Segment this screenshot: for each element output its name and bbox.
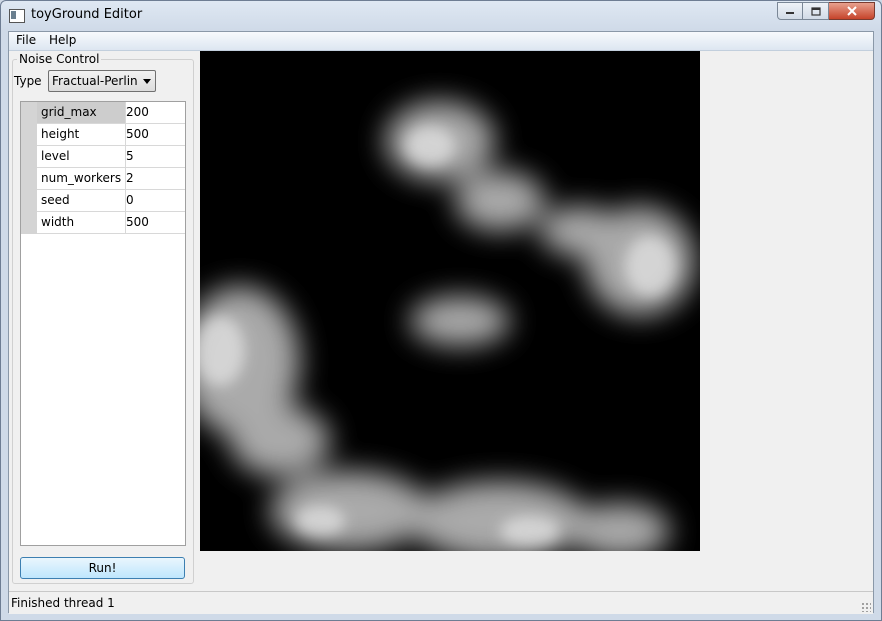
window-title: toyGround Editor	[31, 7, 143, 22]
maximize-button[interactable]	[803, 2, 829, 20]
param-key[interactable]: width	[37, 212, 126, 234]
row-header[interactable]	[21, 168, 37, 190]
noise-render	[200, 51, 700, 551]
row-header[interactable]	[21, 102, 37, 124]
client-area: File Help Noise Control Type Fractual-Pe…	[8, 31, 874, 614]
param-value[interactable]: 5	[122, 146, 185, 168]
table-row[interactable]: level 5	[21, 146, 185, 168]
menu-file[interactable]: File	[14, 33, 38, 47]
minimize-button[interactable]	[777, 2, 803, 20]
status-text: Finished thread 1	[11, 596, 115, 610]
table-row[interactable]: height 500	[21, 124, 185, 146]
chevron-down-icon	[143, 79, 151, 84]
param-key[interactable]: height	[37, 124, 126, 146]
close-button[interactable]	[829, 2, 875, 20]
app-icon	[9, 9, 25, 23]
param-value[interactable]: 500	[122, 124, 185, 146]
param-key[interactable]: num_workers	[37, 168, 126, 190]
title-bar[interactable]: toyGround Editor	[1, 1, 881, 31]
menu-bar: File Help	[9, 32, 873, 51]
row-header[interactable]	[21, 146, 37, 168]
type-dropdown-value: Fractual-Perlin	[52, 74, 138, 88]
param-table: grid_max 200 height 500 level 5 num_work…	[20, 101, 186, 546]
window-controls	[777, 2, 875, 20]
maximize-icon	[810, 6, 821, 16]
param-value[interactable]: 0	[122, 190, 185, 212]
minimize-icon	[786, 12, 794, 14]
resize-grip-icon[interactable]	[861, 602, 871, 612]
row-header[interactable]	[21, 190, 37, 212]
param-value[interactable]: 500	[122, 212, 185, 234]
row-header[interactable]	[21, 212, 37, 234]
noise-control-title: Noise Control	[17, 52, 102, 66]
param-key[interactable]: level	[37, 146, 126, 168]
type-dropdown[interactable]: Fractual-Perlin	[48, 70, 156, 92]
type-label: Type	[14, 74, 42, 88]
run-button[interactable]: Run!	[20, 557, 185, 579]
row-header[interactable]	[21, 124, 37, 146]
menu-help[interactable]: Help	[47, 33, 78, 47]
table-row[interactable]: grid_max 200	[21, 102, 185, 124]
status-bar: Finished thread 1	[9, 591, 873, 614]
main-window: toyGround Editor File Help Noise Control…	[0, 0, 882, 621]
table-row[interactable]: width 500	[21, 212, 185, 234]
noise-preview-image	[200, 51, 700, 551]
table-row[interactable]: seed 0	[21, 190, 185, 212]
param-value[interactable]: 200	[122, 102, 185, 124]
param-key[interactable]: seed	[37, 190, 126, 212]
close-icon	[846, 6, 857, 16]
param-value[interactable]: 2	[122, 168, 185, 190]
table-row[interactable]: num_workers 2	[21, 168, 185, 190]
param-key[interactable]: grid_max	[37, 102, 126, 124]
